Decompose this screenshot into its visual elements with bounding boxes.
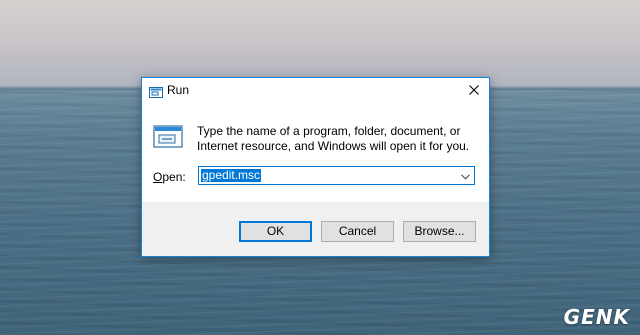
watermark-logo: GENK xyxy=(563,305,630,329)
desktop-sky xyxy=(0,0,640,88)
run-icon xyxy=(149,85,163,98)
ok-button[interactable]: OK xyxy=(239,221,312,242)
open-label: Open: xyxy=(153,170,186,184)
run-program-icon xyxy=(153,125,185,149)
dropdown-button[interactable] xyxy=(458,169,472,182)
window-title: Run xyxy=(167,83,190,97)
browse-button[interactable]: Browse... xyxy=(403,221,476,242)
cancel-button[interactable]: Cancel xyxy=(321,221,394,242)
open-combobox[interactable]: gpedit.msc xyxy=(198,166,475,185)
button-bar: OK Cancel Browse... xyxy=(142,202,489,256)
close-button[interactable] xyxy=(459,78,489,104)
open-input[interactable]: gpedit.msc xyxy=(201,169,262,182)
title-bar[interactable]: Run xyxy=(142,78,489,104)
close-icon xyxy=(469,82,479,100)
chevron-down-icon xyxy=(460,167,470,185)
description-text: Type the name of a program, folder, docu… xyxy=(197,124,470,153)
run-dialog: Run Type the name of a program, folder, … xyxy=(141,77,490,257)
